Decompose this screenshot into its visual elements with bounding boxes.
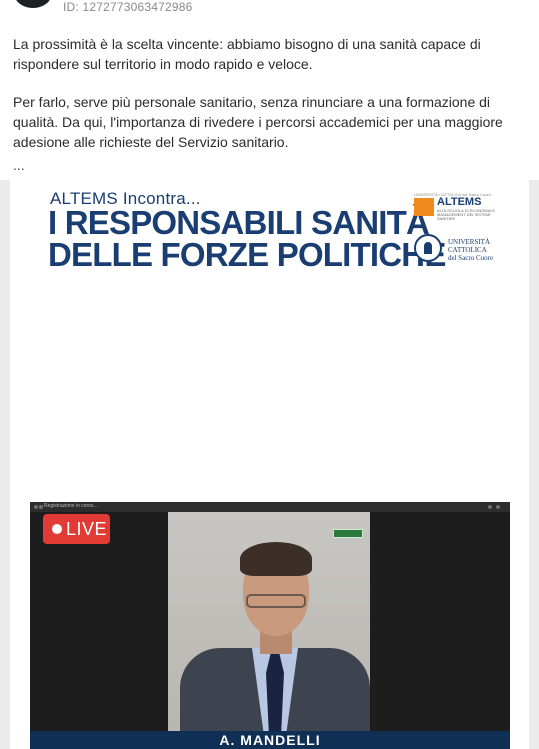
- topbar-text: Registrazione in corso...: [44, 503, 98, 509]
- altems-logo-icon: [414, 198, 434, 216]
- glasses-icon: [246, 594, 306, 608]
- live-badge: LIVE: [43, 514, 110, 544]
- seal-figure-icon: [424, 242, 432, 254]
- exit-sign-icon: [333, 529, 363, 538]
- event-banner: ALTEMS Incontra... I RESPONSABILI SANITÀ…: [10, 180, 529, 280]
- live-dot-icon: [52, 524, 62, 534]
- ucsc-logo-text: UNIVERSITÀ CATTOLICA del Sacro Cuore: [448, 238, 493, 262]
- post-paragraph-1: La prossimità è la scelta vincente: abbi…: [13, 36, 481, 72]
- post-media[interactable]: ALTEMS Incontra... I RESPONSABILI SANITÀ…: [0, 180, 539, 749]
- media-panel: ALTEMS Incontra... I RESPONSABILI SANITÀ…: [10, 180, 529, 749]
- background-right: [370, 512, 510, 749]
- window-dot-icon: [34, 505, 38, 509]
- ucsc-line1: UNIVERSITÀ: [448, 238, 490, 246]
- banner-title-line1: I RESPONSABILI SANITÀ: [48, 204, 430, 241]
- ucsc-line2: CATTOLICA: [448, 246, 487, 254]
- ucsc-line3: del Sacro Cuore: [448, 254, 494, 262]
- speaker-hair: [240, 542, 312, 576]
- post-text: La prossimità è la scelta vincente: abbi…: [13, 34, 528, 170]
- post-header: ID: 1272773063472986: [0, 0, 539, 20]
- speaker-name: A. MANDELLI: [219, 732, 321, 748]
- see-more-ellipsis[interactable]: ...: [13, 158, 25, 172]
- altems-description: ALTA SCUOLA DI ECONOMIA E MANAGEMENT DEI…: [437, 208, 496, 221]
- speaker-figure: [180, 542, 370, 749]
- video-topbar: Registrazione in corso...: [30, 502, 510, 512]
- ucsc-seal-icon: [414, 234, 442, 262]
- banner-title-line2: DELLE FORZE POLITICHE: [48, 236, 446, 273]
- live-label: LIVE: [66, 519, 108, 539]
- avatar[interactable]: [14, 0, 52, 8]
- post-id: ID: 1272773063472986: [63, 0, 193, 14]
- window-dot-icon: [39, 505, 43, 509]
- background-left: [30, 512, 168, 749]
- speaker-name-bar: A. MANDELLI: [30, 731, 510, 749]
- window-dot-icon: [496, 505, 500, 509]
- video-frame[interactable]: Registrazione in corso... LIVE A. MANDEL…: [30, 502, 510, 749]
- altems-name: ALTEMS: [437, 196, 482, 208]
- window-dot-icon: [488, 505, 492, 509]
- post-paragraph-2: Per farlo, serve più personale sanitario…: [13, 94, 503, 150]
